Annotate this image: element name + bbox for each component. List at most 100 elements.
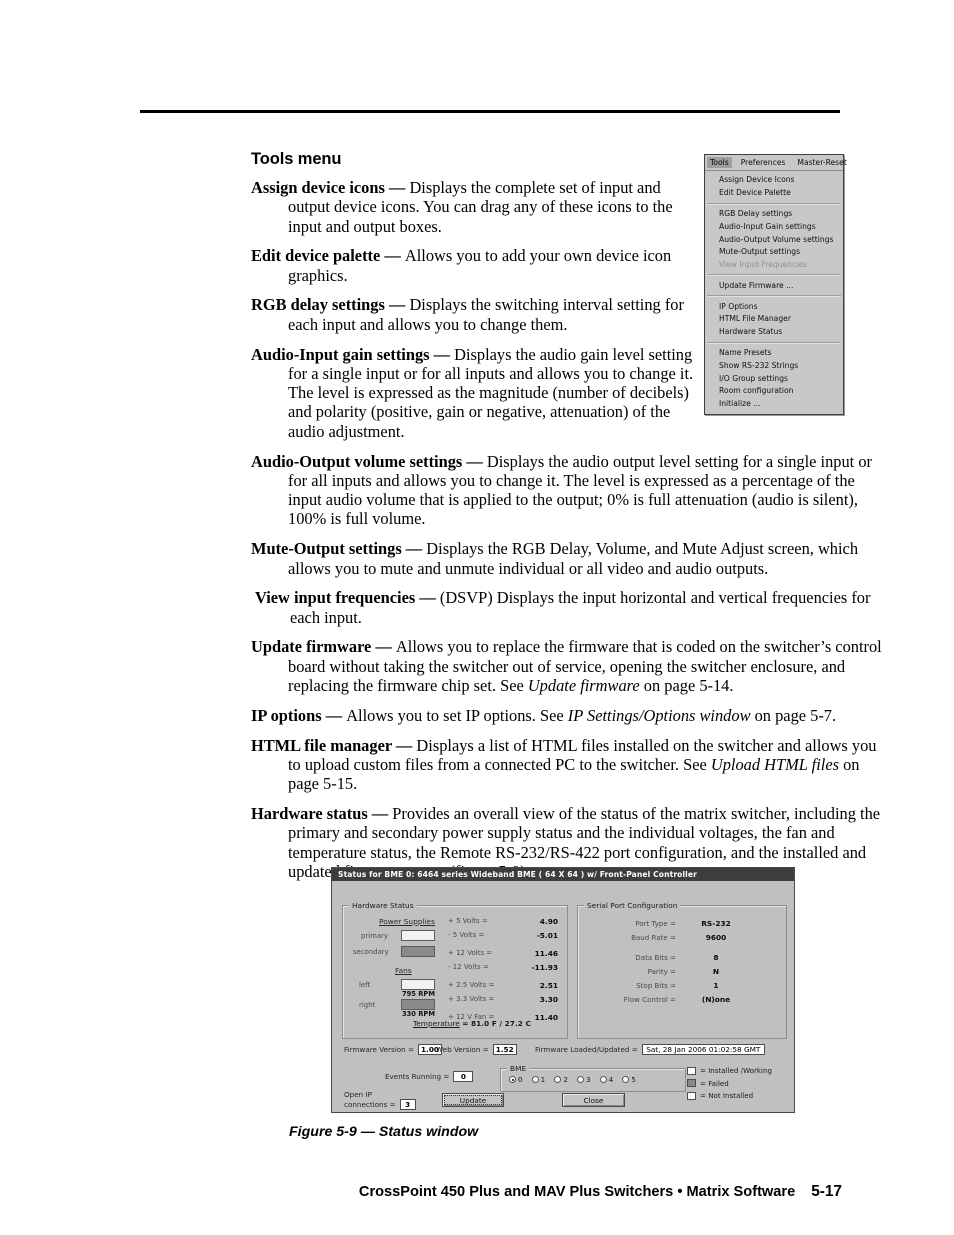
definition-entry: Audio-Input gain settings — Displays the… bbox=[251, 345, 698, 441]
bme-legend: BME bbox=[507, 1064, 530, 1073]
menu-item-audio-output-volume-settings[interactable]: Audio-Output Volume settings bbox=[705, 233, 843, 246]
definition-term: Mute-Output settings — bbox=[251, 539, 427, 559]
menu-item-show-rs-232-strings[interactable]: Show RS-232 Strings bbox=[705, 359, 843, 372]
menu-item-ip-options[interactable]: IP Options bbox=[705, 300, 843, 313]
radio-button-icon[interactable] bbox=[599, 1076, 607, 1083]
definition-entry: IP options — Allows you to set IP option… bbox=[251, 706, 888, 725]
radio-button-icon[interactable] bbox=[554, 1076, 562, 1083]
definition-term: RGB delay settings — bbox=[251, 295, 410, 315]
menu-item-hardware-status[interactable]: Hardware Status bbox=[705, 326, 843, 339]
fan-right-rpm: 330 RPM bbox=[402, 1010, 435, 1018]
serial-port-legend: Serial Port Configuration bbox=[584, 901, 681, 910]
serial-port-value: RS-232 bbox=[701, 919, 731, 928]
definition-term: HTML file manager — bbox=[251, 735, 417, 755]
voltage-row: - 12 Volts = -11.93 bbox=[448, 963, 558, 972]
definition-term: Assign device icons — bbox=[251, 178, 410, 197]
voltage-row: + 2.5 Volts = 2.51 bbox=[448, 981, 558, 990]
menubar-item-tools[interactable]: Tools bbox=[707, 157, 732, 168]
definition-body: Allows you to set IP options. See bbox=[346, 705, 568, 725]
bme-radio-5[interactable]: 5 bbox=[622, 1075, 636, 1084]
status-legend-label: = Not Installed bbox=[700, 1091, 754, 1100]
status-window-body: Hardware Status Power Supplies primary s… bbox=[332, 881, 794, 1112]
definition-term: Audio-Output volume settings — bbox=[251, 451, 487, 471]
bme-radio-label: 3 bbox=[585, 1075, 591, 1084]
definition-entry: Audio-Output volume settings — Displays … bbox=[251, 452, 888, 529]
definition-entry: Mute-Output settings — Displays the RGB … bbox=[251, 539, 888, 578]
bme-radio-1[interactable]: 1 bbox=[531, 1075, 546, 1084]
definition-entry: Edit device palette — Allows you to add … bbox=[251, 246, 698, 285]
menu-item-assign-device-icons[interactable]: Assign Device Icons bbox=[705, 174, 843, 187]
radio-button-icon[interactable] bbox=[531, 1076, 539, 1083]
figure-caption: Figure 5-9 — Status window bbox=[289, 1124, 479, 1140]
voltage-value: 4.90 bbox=[539, 917, 558, 926]
voltage-value: -11.93 bbox=[531, 963, 558, 972]
menu-item-i-o-group-settings[interactable]: I/O Group settings bbox=[705, 372, 843, 385]
bme-radio-3[interactable]: 3 bbox=[576, 1075, 591, 1084]
events-running-control: Events Running = 0 bbox=[385, 1071, 474, 1082]
serial-port-value: 8 bbox=[713, 953, 719, 962]
menu-item-rgb-delay-settings[interactable]: RGB Delay settings bbox=[705, 208, 843, 221]
status-legend-swatch-none bbox=[687, 1091, 696, 1100]
update-button[interactable]: Update bbox=[442, 1093, 504, 1107]
voltage-label: - 5 Volts = bbox=[448, 931, 485, 939]
power-supply-primary-label: primary bbox=[361, 932, 388, 940]
status-window-titlebar: Status for BME 0: 6464 series Wideband B… bbox=[332, 868, 794, 881]
menu-item-html-file-manager[interactable]: HTML File Manager bbox=[705, 313, 843, 326]
definition-cross-reference: IP Settings/Options window bbox=[567, 705, 751, 725]
menu-item-name-presets[interactable]: Name Presets bbox=[705, 347, 843, 360]
menu-item-mute-output-settings[interactable]: Mute-Output settings bbox=[705, 246, 843, 259]
serial-port-value: N bbox=[712, 967, 720, 976]
web-version-field: 1.52 bbox=[492, 1044, 517, 1055]
definition-term: Hardware status — bbox=[251, 804, 393, 824]
status-legend-label: = Failed bbox=[700, 1078, 729, 1088]
serial-port-value: (N)one bbox=[701, 995, 731, 1004]
fan-right-indicator bbox=[401, 999, 435, 1010]
radio-button-icon[interactable] bbox=[622, 1076, 630, 1083]
page-number: 5-17 bbox=[811, 1183, 842, 1200]
bme-radio-label: 1 bbox=[540, 1075, 546, 1084]
bme-radio-2[interactable]: 2 bbox=[554, 1075, 568, 1084]
menubar-item-preferences[interactable]: Preferences bbox=[738, 157, 789, 168]
status-legend: = Installed /Working = Failed = Not Instal… bbox=[687, 1066, 772, 1104]
radio-button-icon[interactable] bbox=[509, 1076, 516, 1083]
definition-cross-reference: Update firmware bbox=[527, 676, 640, 696]
bme-radio-4[interactable]: 4 bbox=[599, 1075, 614, 1084]
definition-body-tail: on page 5-7. bbox=[750, 705, 837, 725]
menu-separator bbox=[707, 341, 841, 344]
status-legend-label: = Installed /Working bbox=[700, 1066, 772, 1075]
serial-port-row: Flow Control = (N)one bbox=[590, 995, 760, 1004]
menu-separator bbox=[707, 274, 841, 277]
voltage-row: - 5 Volts = -5.01 bbox=[448, 931, 558, 940]
radio-button-icon[interactable] bbox=[576, 1076, 584, 1083]
menu-item-room-configuration[interactable]: Room configuration bbox=[705, 385, 843, 398]
voltage-value: 11.40 bbox=[534, 1013, 558, 1022]
voltage-row: + 3.3 Volts = 3.30 bbox=[448, 995, 558, 1004]
fan-left-indicator bbox=[401, 979, 435, 990]
menubar-item-master-reset[interactable]: Master-Reset bbox=[794, 157, 849, 168]
serial-port-row: Port Type = RS-232 bbox=[590, 919, 760, 928]
voltage-label: + 3.3 Volts = bbox=[448, 995, 495, 1003]
firmware-version-control: Firmware Version = 1.00 bbox=[344, 1044, 442, 1055]
serial-port-row: Data Bits = 8 bbox=[590, 953, 760, 962]
bme-radio-0[interactable]: 0 bbox=[509, 1075, 523, 1084]
definition-entry: RGB delay settings — Displays the switch… bbox=[251, 295, 698, 334]
close-button[interactable]: Close bbox=[562, 1093, 625, 1107]
menu-separator bbox=[707, 202, 841, 205]
menu-item-initialize[interactable]: Initialize ... bbox=[705, 398, 843, 411]
bme-radio-label: 4 bbox=[608, 1075, 614, 1084]
definition-term: Edit device palette — bbox=[251, 246, 405, 266]
web-version-control: Web Version = 1.52 bbox=[436, 1044, 517, 1055]
fan-right-label: right bbox=[359, 1001, 376, 1009]
menu-item-edit-device-palette[interactable]: Edit Device Palette bbox=[705, 187, 843, 200]
web-version-label: Web Version = bbox=[436, 1045, 489, 1054]
status-legend-swatch-ok bbox=[687, 1066, 696, 1075]
menu-item-audio-input-gain-settings[interactable]: Audio-Input Gain settings bbox=[705, 220, 843, 233]
bme-radio-label: 2 bbox=[563, 1075, 568, 1084]
power-supply-secondary-label: secondary bbox=[353, 948, 389, 956]
menu-item-update-firmware[interactable]: Update Firmware ... bbox=[705, 279, 843, 292]
bme-selector-group[interactable]: BME 0 1 2 3 4 5 bbox=[500, 1064, 686, 1092]
status-legend-swatch-fail bbox=[687, 1079, 696, 1087]
fan-left-label: left bbox=[359, 981, 371, 989]
bme-radio-label: 5 bbox=[631, 1075, 636, 1084]
bme-radio-label: 0 bbox=[518, 1075, 523, 1084]
